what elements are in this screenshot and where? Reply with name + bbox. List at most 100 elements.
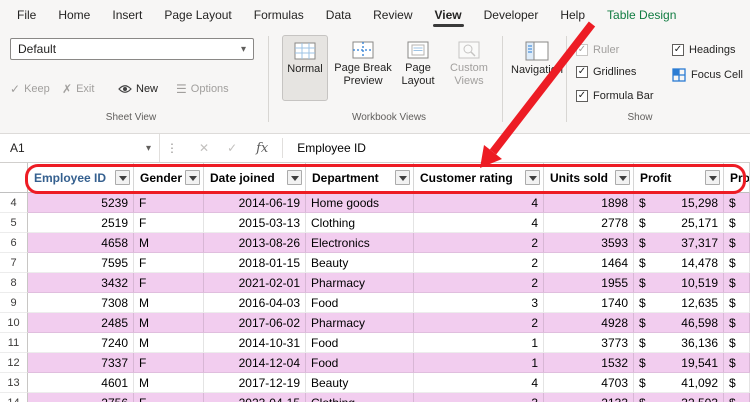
filter-dropdown-icon[interactable] bbox=[395, 170, 410, 185]
table-cell[interactable]: 2013-08-26 bbox=[204, 233, 306, 253]
filter-dropdown-icon[interactable] bbox=[287, 170, 302, 185]
table-cell[interactable]: $ bbox=[724, 293, 750, 313]
checkbox-ruler[interactable]: ✓Ruler bbox=[576, 42, 619, 57]
filter-dropdown-icon[interactable] bbox=[185, 170, 200, 185]
row-number[interactable]: 5 bbox=[0, 213, 28, 233]
table-cell[interactable]: M bbox=[134, 233, 204, 253]
table-cell[interactable]: Food bbox=[306, 353, 414, 373]
table-cell[interactable]: M bbox=[134, 333, 204, 353]
table-cell[interactable]: $46,598 bbox=[634, 313, 724, 333]
table-cell[interactable]: 2778 bbox=[544, 213, 634, 233]
table-cell[interactable]: 4 bbox=[414, 213, 544, 233]
enter-check-icon[interactable]: ✓ bbox=[227, 141, 237, 155]
tab-file[interactable]: File bbox=[6, 0, 47, 30]
table-cell[interactable]: $25,171 bbox=[634, 213, 724, 233]
table-cell[interactable]: 2 bbox=[414, 253, 544, 273]
table-cell[interactable]: $ bbox=[724, 273, 750, 293]
checkbox-gridlines[interactable]: ✓Gridlines bbox=[576, 64, 636, 79]
checkbox-headings[interactable]: ✓Headings bbox=[672, 42, 735, 57]
page-layout-button[interactable]: Page Layout bbox=[396, 35, 440, 101]
table-cell[interactable]: 2023-04-15 bbox=[204, 393, 306, 402]
table-cell[interactable]: M bbox=[134, 293, 204, 313]
tab-table-design[interactable]: Table Design bbox=[596, 0, 687, 30]
table-cell[interactable]: Food bbox=[306, 333, 414, 353]
tab-view[interactable]: View bbox=[424, 0, 473, 30]
table-cell[interactable]: 4703 bbox=[544, 373, 634, 393]
filter-dropdown-icon[interactable] bbox=[615, 170, 630, 185]
table-cell[interactable]: 2018-01-15 bbox=[204, 253, 306, 273]
column-header-units-sold[interactable]: Units sold bbox=[544, 163, 634, 193]
filter-dropdown-icon[interactable] bbox=[705, 170, 720, 185]
table-cell[interactable]: Clothing bbox=[306, 213, 414, 233]
table-cell[interactable]: $ bbox=[724, 233, 750, 253]
row-number[interactable]: 11 bbox=[0, 333, 28, 353]
table-cell[interactable]: $ bbox=[724, 193, 750, 213]
custom-views-button[interactable]: Custom Views bbox=[444, 35, 494, 101]
table-cell[interactable]: $ bbox=[724, 333, 750, 353]
row-number[interactable]: 7 bbox=[0, 253, 28, 273]
table-cell[interactable]: $ bbox=[724, 393, 750, 402]
column-header-employee-id[interactable]: Employee ID bbox=[28, 163, 134, 193]
formula-bar-value[interactable]: Employee ID bbox=[297, 141, 366, 155]
row-number[interactable]: 10 bbox=[0, 313, 28, 333]
table-cell[interactable]: 1898 bbox=[544, 193, 634, 213]
table-cell[interactable]: $10,519 bbox=[634, 273, 724, 293]
table-cell[interactable]: 7240 bbox=[28, 333, 134, 353]
table-cell[interactable]: Beauty bbox=[306, 253, 414, 273]
tab-developer[interactable]: Developer bbox=[473, 0, 550, 30]
normal-view-button[interactable]: Normal bbox=[282, 35, 328, 101]
tab-formulas[interactable]: Formulas bbox=[243, 0, 315, 30]
table-cell[interactable]: 2 bbox=[414, 313, 544, 333]
table-cell[interactable]: 2017-12-19 bbox=[204, 373, 306, 393]
table-cell[interactable]: Electronics bbox=[306, 233, 414, 253]
table-cell[interactable]: F bbox=[134, 213, 204, 233]
column-header-department[interactable]: Department bbox=[306, 163, 414, 193]
table-cell[interactable]: $41,092 bbox=[634, 373, 724, 393]
table-cell[interactable]: 3773 bbox=[544, 333, 634, 353]
table-cell[interactable]: 2014-12-04 bbox=[204, 353, 306, 373]
column-header-profit[interactable]: Profit bbox=[634, 163, 724, 193]
options-button[interactable]: ☰ Options bbox=[176, 80, 229, 98]
chevron-down-icon[interactable]: ▾ bbox=[146, 143, 151, 154]
table-cell[interactable]: $19,541 bbox=[634, 353, 724, 373]
table-cell[interactable]: 2756 bbox=[28, 393, 134, 402]
row-number[interactable]: 12 bbox=[0, 353, 28, 373]
table-cell[interactable]: $15,298 bbox=[634, 193, 724, 213]
column-header-date-joined[interactable]: Date joined bbox=[204, 163, 306, 193]
table-cell[interactable]: M bbox=[134, 373, 204, 393]
table-cell[interactable]: 4658 bbox=[28, 233, 134, 253]
column-header-gender[interactable]: Gender bbox=[134, 163, 204, 193]
tab-data[interactable]: Data bbox=[315, 0, 362, 30]
focus-cell-button[interactable]: Focus Cell bbox=[672, 68, 743, 82]
table-cell[interactable]: 2485 bbox=[28, 313, 134, 333]
page-break-preview-button[interactable]: Page Break Preview bbox=[334, 35, 392, 101]
tab-insert[interactable]: Insert bbox=[101, 0, 153, 30]
table-cell[interactable]: Pharmacy bbox=[306, 273, 414, 293]
table-cell[interactable]: $36,136 bbox=[634, 333, 724, 353]
table-cell[interactable]: 1464 bbox=[544, 253, 634, 273]
table-cell[interactable]: 1532 bbox=[544, 353, 634, 373]
table-cell[interactable]: 2015-03-13 bbox=[204, 213, 306, 233]
table-cell[interactable]: 1740 bbox=[544, 293, 634, 313]
table-cell[interactable]: 3593 bbox=[544, 233, 634, 253]
sheet-view-dropdown[interactable]: Default ▾ bbox=[10, 38, 254, 60]
table-cell[interactable]: 3432 bbox=[28, 273, 134, 293]
name-box[interactable]: A1 ▾ bbox=[0, 134, 160, 162]
table-cell[interactable]: 2 bbox=[414, 233, 544, 253]
table-cell[interactable]: M bbox=[134, 313, 204, 333]
checkbox-formula-bar[interactable]: ✓Formula Bar bbox=[576, 88, 654, 103]
table-cell[interactable]: 1 bbox=[414, 353, 544, 373]
table-cell[interactable]: Home goods bbox=[306, 193, 414, 213]
table-cell[interactable]: $ bbox=[724, 253, 750, 273]
table-cell[interactable]: 2021-02-01 bbox=[204, 273, 306, 293]
row-number[interactable]: 8 bbox=[0, 273, 28, 293]
table-cell[interactable]: Pharmacy bbox=[306, 313, 414, 333]
drag-handle-icon[interactable]: ⋮ bbox=[166, 141, 178, 155]
table-cell[interactable]: 7595 bbox=[28, 253, 134, 273]
table-cell[interactable]: $37,317 bbox=[634, 233, 724, 253]
table-cell[interactable]: F bbox=[134, 393, 204, 402]
table-cell[interactable]: 2014-06-19 bbox=[204, 193, 306, 213]
table-cell[interactable]: $ bbox=[724, 373, 750, 393]
filter-dropdown-icon[interactable] bbox=[525, 170, 540, 185]
table-cell[interactable]: 4601 bbox=[28, 373, 134, 393]
